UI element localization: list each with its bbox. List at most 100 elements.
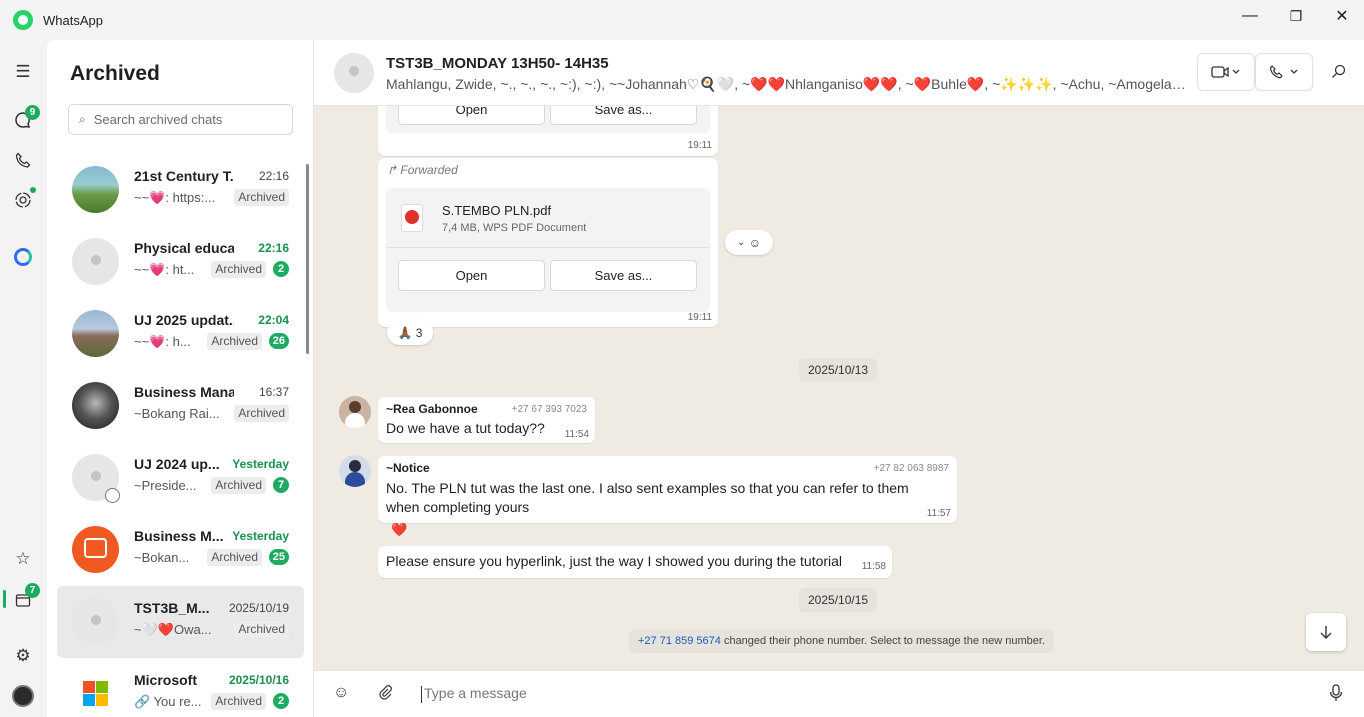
sender-name[interactable]: ~Rea Gabonnoe <box>386 402 478 416</box>
unread-count: 2 <box>273 261 289 277</box>
reaction-count: 3 <box>415 325 423 340</box>
chat-time: 22:16 <box>258 241 289 255</box>
sender-avatar[interactable] <box>339 396 371 428</box>
meta-ai-icon[interactable] <box>8 242 38 272</box>
conversation-header: TST3B_MONDAY 13H50- 14H35 Mahlangu, Zwid… <box>314 40 1364 106</box>
system-phone-link[interactable]: +27 71 859 5674 <box>638 635 721 647</box>
chat-time: 22:04 <box>258 313 289 327</box>
document-card[interactable]: S.TEMBO PLN.pdf 7,4 MB, WPS PDF Document… <box>386 188 710 312</box>
group-avatar[interactable] <box>334 53 374 93</box>
chat-avatar <box>72 598 119 645</box>
chat-row[interactable]: 21st Century T... 22:16 ~~💗: https:... Arch… <box>57 154 304 226</box>
app-name: WhatsApp <box>43 12 103 28</box>
heart-reaction[interactable]: ❤️ <box>391 522 407 538</box>
archived-tag: Archived <box>234 621 289 638</box>
maximize-button[interactable]: ❐ <box>1273 0 1319 32</box>
archived-tag: Archived <box>234 189 289 206</box>
scroll-to-bottom-button[interactable] <box>1306 613 1346 651</box>
chat-time: Yesterday <box>232 457 289 471</box>
chat-avatar <box>72 382 119 429</box>
divider <box>386 247 710 248</box>
list-scrollbar[interactable] <box>306 164 309 354</box>
system-notice-text: changed their phone number. Select to me… <box>720 635 1045 647</box>
minimize-button[interactable]: — <box>1227 0 1273 32</box>
chat-name: UJ 2025 updat... <box>134 312 234 328</box>
reaction-emoji: 🙏🏾 <box>397 325 413 340</box>
chevron-down-icon: ⌄ <box>737 237 746 248</box>
chat-row[interactable]: Business Mana... 16:37 ~Bokang Rai... Archi… <box>57 370 304 442</box>
save-as-button[interactable]: Save as... <box>550 260 697 291</box>
date-separator: 2025/10/15 <box>799 588 878 612</box>
archived-tag: Archived <box>207 549 262 566</box>
video-call-button[interactable] <box>1197 53 1255 91</box>
unread-count: 2 <box>273 693 289 709</box>
chat-list: 21st Century T... 22:16 ~~💗: https:... Arch… <box>57 154 304 717</box>
timestamp: 11:57 <box>926 508 951 519</box>
archived-tag: Archived <box>207 333 262 350</box>
document-message-top: Open Save as... 19:11 <box>378 106 718 156</box>
chat-preview: ~~💗: https:... <box>134 190 216 205</box>
group-name[interactable]: TST3B_MONDAY 13H50- 14H35 <box>386 55 609 72</box>
open-button-top[interactable]: Open <box>398 106 545 125</box>
chat-row[interactable]: UJ 2025 updat... 22:04 ~~💗: h... Archived 26 <box>57 298 304 370</box>
save-as-button-top[interactable]: Save as... <box>550 106 697 125</box>
message-input[interactable]: Type a message <box>421 685 1301 703</box>
system-notice[interactable]: +27 71 859 5674 changed their phone numb… <box>629 629 1054 653</box>
sender-avatar[interactable] <box>339 455 371 487</box>
chat-name: Microsoft <box>134 672 197 688</box>
settings-icon[interactable]: ⚙ <box>8 641 38 671</box>
starred-icon[interactable]: ☆ <box>8 544 38 574</box>
menu-icon[interactable]: ☰ <box>8 57 38 87</box>
sender-name[interactable]: ~Notice <box>386 461 430 475</box>
file-meta: 7,4 MB, WPS PDF Document <box>442 222 587 234</box>
message-options-button[interactable]: ⌄ ☺ <box>725 230 773 255</box>
archived-panel: Archived ⌕ Search archived chats 21st Ce… <box>47 40 314 717</box>
close-button[interactable]: ✕ <box>1319 0 1364 32</box>
timestamp: 19:11 <box>687 140 712 151</box>
whatsapp-logo-icon <box>13 10 33 30</box>
chat-name: TST3B_M... <box>134 600 210 616</box>
message-text: Do we have a tut today?? <box>386 420 545 436</box>
messages-area[interactable]: Open Save as... 19:11 ↱ Forwarded S.TEMB… <box>314 106 1364 670</box>
search-input[interactable]: ⌕ Search archived chats <box>68 104 293 135</box>
search-placeholder: Search archived chats <box>93 112 223 127</box>
chat-row[interactable]: Physical educa...22:16~~💗: ht...Archived… <box>57 226 304 298</box>
forwarded-icon: ↱ <box>387 163 401 177</box>
archived-tag: Archived <box>211 261 266 278</box>
chat-row[interactable]: Business M... Yesterday ~Bokan... Archived 2… <box>57 514 304 586</box>
chat-name: 21st Century T... <box>134 168 234 184</box>
chat-row[interactable]: UJ 2024 up... Yesterday ~Preside... Archive… <box>57 442 304 514</box>
calls-icon[interactable] <box>8 145 38 175</box>
archived-tag: Archived <box>211 693 266 710</box>
profile-avatar[interactable] <box>8 681 38 711</box>
search-messages-icon[interactable] <box>1331 64 1346 83</box>
group-members[interactable]: Mahlangu, Zwide, ~., ~., ~., ~:), ~:), ~… <box>386 76 1186 93</box>
chat-row[interactable]: TST3B_M... 2025/10/19 ~🤍❤️Owa... Archived <box>57 586 304 658</box>
status-dot <box>30 187 36 193</box>
incoming-message: Please ensure you hyperlink, just the wa… <box>378 546 892 578</box>
chat-name: Business M... <box>134 528 224 544</box>
message-placeholder: Type a message <box>424 685 527 701</box>
search-icon: ⌕ <box>79 112 86 126</box>
attach-icon[interactable] <box>377 684 393 705</box>
emoji-icon[interactable]: ☺ <box>333 684 349 702</box>
sender-phone: +27 82 063 8987 <box>873 463 949 474</box>
composer: ☺ Type a message <box>314 670 1364 717</box>
active-indicator <box>3 590 6 608</box>
microphone-icon[interactable] <box>1329 684 1343 707</box>
chat-name: Physical educa... <box>134 240 234 256</box>
voice-call-button[interactable] <box>1255 53 1313 91</box>
incoming-message: ~Notice +27 82 063 8987 No. The PLN tut … <box>378 456 957 523</box>
pdf-icon <box>401 204 423 232</box>
chat-row[interactable]: Microsoft 2025/10/16 🔗 You re... Archived 2 <box>57 658 304 717</box>
unread-count: 7 <box>273 477 289 493</box>
timestamp: 11:54 <box>564 429 589 440</box>
title-bar: WhatsApp — ❐ ✕ <box>0 0 1364 40</box>
chat-avatar <box>72 238 119 285</box>
chat-preview: ~Bokang Rai... <box>134 406 220 421</box>
open-button[interactable]: Open <box>398 260 545 291</box>
date-separator: 2025/10/13 <box>799 358 878 382</box>
reaction-pill[interactable]: 🙏🏾 3 <box>387 320 433 345</box>
chat-time: 2025/10/16 <box>228 673 289 687</box>
chat-avatar <box>72 166 119 213</box>
